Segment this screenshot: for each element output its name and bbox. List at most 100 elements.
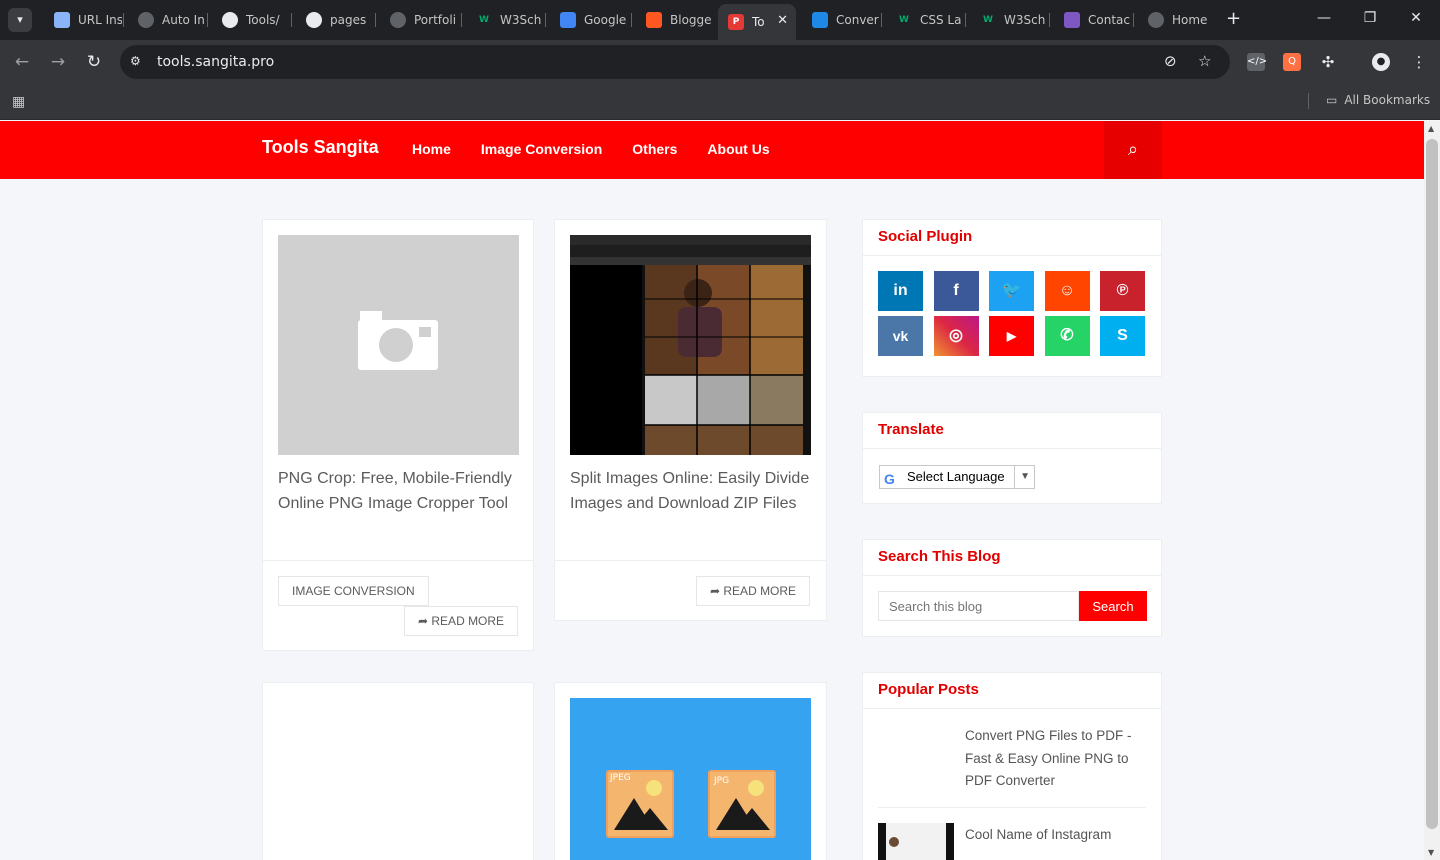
jpg-badge: JPG (714, 776, 730, 786)
post-thumbnail-placeholder[interactable] (278, 235, 519, 455)
popular-post-item[interactable]: Cool Name of Instagram (878, 823, 1146, 860)
main-menu: Home Image Conversion Others About Us (412, 141, 770, 157)
extension-icon[interactable]: Q (1283, 53, 1301, 71)
jpeg-to-jpg-illustration (606, 770, 776, 838)
scroll-down-icon[interactable]: ▼ (1428, 848, 1434, 857)
more-menu-icon[interactable]: ⋮ (1410, 53, 1428, 71)
search-blog-button[interactable]: Search (1079, 591, 1147, 621)
tab-favicon-icon (812, 12, 828, 28)
nav-others[interactable]: Others (632, 141, 677, 157)
popular-post-title[interactable]: Cool Name of Instagram (965, 824, 1146, 847)
read-more-button[interactable]: ➦ READ MORE (696, 576, 811, 606)
tab-strip: ▾ URL Ins Auto In Tools/ pages Portfoli … (0, 0, 1440, 40)
back-button[interactable]: ← (11, 52, 33, 72)
extensions-puzzle-icon[interactable]: ✣ (1319, 53, 1337, 71)
tab-contact[interactable]: Contac (1054, 6, 1132, 34)
tab-converter[interactable]: Conver (802, 6, 880, 34)
reddit-icon[interactable]: ☺ (1044, 271, 1090, 311)
widget-title: Social Plugin (863, 220, 1161, 256)
tab-pages[interactable]: pages (296, 6, 374, 34)
github-icon (222, 12, 238, 28)
youtube-icon[interactable]: ▶ (989, 316, 1034, 356)
tab-portfolio[interactable]: Portfoli (380, 6, 460, 34)
tab-favicon-icon (54, 12, 70, 28)
post-thumbnail[interactable] (570, 235, 811, 455)
whatsapp-icon[interactable]: ✆ (1044, 316, 1090, 356)
close-tab-icon[interactable]: ✕ (777, 13, 788, 28)
header-search-button[interactable]: ⌕ (1104, 121, 1162, 179)
extension-code-icon[interactable]: </> (1247, 53, 1267, 71)
tab-blogger[interactable]: Blogge (636, 6, 714, 34)
translate-widget: Translate G Select Language ▼ (862, 412, 1162, 504)
popular-post-item[interactable]: Convert PNG Files to PDF - Fast & Easy O… (878, 724, 1146, 804)
scroll-up-icon[interactable]: ▲ (1428, 124, 1434, 133)
post-card: JPEG JPG (554, 682, 827, 860)
social-plugin-widget: Social Plugin in f 🐦 ☺ ℗ vk ◎ ▶ ✆ S (862, 219, 1162, 377)
post-thumbnail[interactable]: JPEG JPG (570, 698, 811, 860)
nav-image-conversion[interactable]: Image Conversion (481, 141, 602, 157)
minimize-button[interactable]: — (1314, 10, 1334, 26)
widget-title: Popular Posts (863, 673, 1161, 709)
google-translate-icon (560, 12, 576, 28)
linkedin-icon[interactable]: in (878, 271, 923, 311)
tab-active-tools-sangita[interactable]: P To ✕ (718, 4, 796, 40)
search-icon: ⌕ (1127, 139, 1139, 160)
close-window-button[interactable]: ✕ (1406, 10, 1426, 26)
twitter-icon[interactable]: 🐦 (989, 271, 1034, 311)
globe-icon (390, 12, 406, 28)
read-more-button[interactable]: ➦ READ MORE (404, 606, 519, 636)
forms-icon (1064, 12, 1080, 28)
popular-post-thumbnail (878, 724, 954, 794)
apps-grid-icon[interactable]: ▦ (12, 94, 25, 110)
tab-tools[interactable]: Tools/ (212, 6, 290, 34)
nav-about-us[interactable]: About Us (707, 141, 769, 157)
tab-css-layout[interactable]: W CSS La (886, 6, 964, 34)
github-icon (306, 12, 322, 28)
tab-auto[interactable]: Auto In (128, 6, 206, 34)
post-card (262, 682, 534, 860)
search-blog-input[interactable] (878, 591, 1079, 621)
site-brand[interactable]: Tools Sangita (262, 137, 379, 158)
tab-search-button[interactable]: ▾ (8, 8, 32, 32)
forward-button[interactable]: → (47, 52, 69, 72)
google-g-icon: G (884, 471, 895, 487)
post-card: PNG Crop: Free, Mobile-Friendly Online P… (262, 219, 534, 651)
bookmark-star-icon[interactable]: ☆ (1198, 52, 1211, 70)
nav-home[interactable]: Home (412, 141, 451, 157)
social-icons-grid: in f 🐦 ☺ ℗ vk ◎ ▶ ✆ S (878, 271, 1145, 356)
new-tab-button[interactable]: + (1226, 10, 1241, 28)
w3schools-icon: W (983, 15, 993, 25)
globe-icon (1148, 12, 1164, 28)
url-text[interactable]: tools.sangita.pro (157, 54, 274, 70)
site-header: Tools Sangita Home Image Conversion Othe… (0, 121, 1424, 179)
tab-w3schools-2[interactable]: W W3Sch (970, 6, 1048, 34)
skype-icon[interactable]: S (1100, 316, 1145, 356)
all-bookmarks-button[interactable]: ▭ All Bookmarks (1326, 93, 1430, 107)
eye-off-icon[interactable]: ⊘ (1164, 52, 1177, 70)
dropdown-caret-icon: ▼ (1014, 466, 1030, 488)
page-scrollbar[interactable]: ▲ ▼ (1424, 121, 1440, 860)
post-title[interactable]: PNG Crop: Free, Mobile-Friendly Online P… (278, 466, 519, 516)
share-arrow-icon: ➦ (710, 584, 724, 598)
popular-post-title[interactable]: Convert PNG Files to PDF - Fast & Easy O… (965, 725, 1146, 793)
vk-icon[interactable]: vk (878, 316, 923, 356)
reload-button[interactable]: ↻ (83, 52, 105, 72)
scrollbar-thumb[interactable] (1426, 139, 1438, 829)
tab-w3schools[interactable]: W W3Sch (466, 6, 544, 34)
site-settings-icon[interactable]: ⚙ (130, 54, 141, 68)
profile-avatar[interactable]: ● (1372, 53, 1390, 71)
restore-button[interactable]: ❐ (1360, 10, 1380, 26)
pinterest-icon[interactable]: ℗ (1100, 271, 1145, 311)
split-image-preview (570, 235, 811, 455)
tab-favicon-icon (138, 12, 154, 28)
address-bar[interactable]: ⚙ tools.sangita.pro ⊘ ☆ (120, 45, 1230, 79)
post-title[interactable]: Split Images Online: Easily Divide Image… (570, 466, 811, 516)
facebook-icon[interactable]: f (933, 271, 979, 311)
tab-google[interactable]: Google (550, 6, 630, 34)
post-label-tag[interactable]: IMAGE CONVERSION (278, 576, 429, 606)
instagram-icon[interactable]: ◎ (933, 316, 979, 356)
language-select[interactable]: G Select Language ▼ (879, 465, 1035, 489)
tab-home[interactable]: Home (1138, 6, 1218, 34)
tab-url-inspector[interactable]: URL Ins (44, 6, 122, 34)
jpeg-badge: JPEG (610, 773, 631, 783)
